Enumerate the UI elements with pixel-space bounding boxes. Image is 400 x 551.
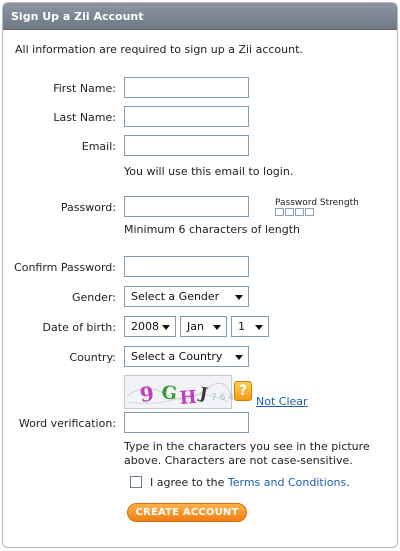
password-input[interactable]	[124, 196, 249, 217]
gender-label: Gender:	[71, 291, 116, 304]
terms-link[interactable]: Terms and Conditions	[228, 476, 346, 489]
dob-label: Date of birth:	[42, 321, 116, 334]
question-mark-icon[interactable]: ?	[234, 381, 252, 401]
captcha-image: 9 G H J 7 6 4	[124, 375, 234, 409]
agree-prefix: I agree to the	[150, 476, 228, 489]
country-selected: Select a Country	[131, 350, 223, 363]
svg-text:H: H	[179, 387, 197, 409]
first-name-input[interactable]	[124, 77, 249, 98]
strength-segment	[285, 208, 294, 216]
agree-checkbox[interactable]	[130, 476, 142, 488]
chevron-down-icon	[235, 355, 243, 360]
last-name-label: Last Name:	[53, 111, 116, 124]
chevron-down-icon	[162, 325, 170, 330]
password-strength-meter	[275, 208, 314, 216]
chevron-down-icon	[235, 295, 243, 300]
dob-year-select[interactable]: 2008	[124, 316, 176, 337]
dob-year-value: 2008	[131, 320, 159, 333]
panel-title: Sign Up a Zii Account	[3, 3, 397, 30]
country-select[interactable]: Select a Country	[124, 346, 249, 367]
email-label: Email:	[81, 140, 116, 153]
svg-text:9: 9	[138, 381, 155, 407]
dob-day-select[interactable]: 1	[231, 316, 269, 337]
confirm-password-label: Confirm Password:	[14, 261, 116, 274]
not-clear-link[interactable]: Not Clear	[256, 395, 308, 408]
confirm-password-input[interactable]	[124, 256, 249, 277]
strength-segment	[295, 208, 304, 216]
last-name-input[interactable]	[124, 106, 249, 127]
first-name-label: First Name:	[53, 82, 116, 95]
signup-panel: Sign Up a Zii Account All information ar…	[2, 2, 398, 548]
gender-select[interactable]: Select a Gender	[124, 286, 249, 307]
create-account-button[interactable]: CREATE ACCOUNT	[127, 503, 247, 522]
strength-segment	[305, 208, 314, 216]
svg-text:G: G	[160, 382, 177, 404]
password-note: Minimum 6 characters of length	[124, 223, 301, 236]
word-verification-label: Word verification:	[18, 417, 116, 430]
word-verification-note: Type in the characters you see in the pi…	[124, 440, 370, 467]
chevron-down-icon	[255, 325, 263, 330]
dob-day-value: 1	[238, 320, 245, 333]
password-label: Password:	[60, 201, 116, 214]
gender-selected: Select a Gender	[131, 290, 220, 303]
intro-text: All information are required to sign up …	[15, 43, 303, 56]
agree-suffix: .	[346, 476, 350, 489]
email-note: You will use this email to login.	[124, 165, 294, 178]
svg-text:7 6 4: 7 6 4	[211, 393, 233, 403]
chevron-down-icon	[213, 325, 221, 330]
svg-text:J: J	[196, 383, 209, 403]
agree-text: I agree to the Terms and Conditions.	[150, 476, 350, 489]
dob-month-value: Jan	[187, 320, 204, 333]
word-verification-input[interactable]	[124, 412, 249, 433]
dob-month-select[interactable]: Jan	[180, 316, 227, 337]
email-input[interactable]	[124, 135, 249, 156]
password-strength-label: Password Strength	[275, 198, 359, 208]
strength-segment	[275, 208, 284, 216]
country-label: Country:	[69, 351, 116, 364]
